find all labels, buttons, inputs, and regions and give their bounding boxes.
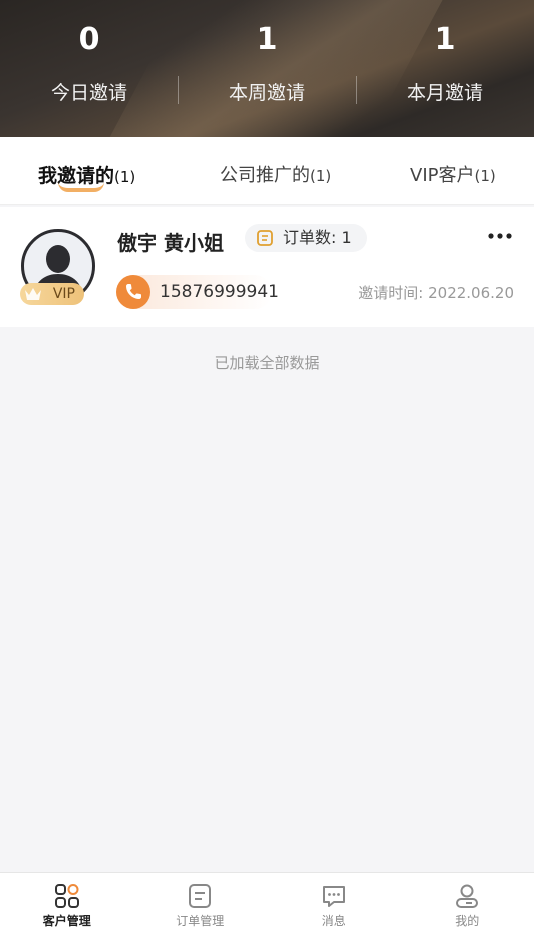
nav-label: 我的 <box>455 914 480 928</box>
tab-company-promoted[interactable]: 公司推广的(1) <box>220 161 331 187</box>
stat-week-label: 本周邀请 <box>228 82 305 104</box>
phone-number: 15876999941 <box>160 282 279 302</box>
list-end-text: 已加载全部数据 <box>214 354 320 372</box>
customer-name: 傲宇 黄小姐 <box>117 231 224 255</box>
bottom-nav: 客户管理 订单管理 消息 我的 <box>0 872 534 950</box>
customer-tabs: 我邀请的(1) 公司推广的(1) VIP客户(1) <box>0 137 534 205</box>
order-count-pill[interactable]: 订单数: 1 <box>245 224 367 252</box>
nav-label: 客户管理 <box>42 914 91 928</box>
stat-month: 1 本月邀请 <box>356 0 534 137</box>
vip-crown-icon <box>25 288 41 300</box>
stat-month-value: 1 <box>434 22 456 57</box>
tab-count: (1) <box>114 168 136 186</box>
order-doc-icon <box>257 230 273 246</box>
stat-week: 1 本周邀请 <box>178 0 356 137</box>
stat-month-label: 本月邀请 <box>406 82 483 104</box>
phone-icon <box>116 275 150 309</box>
order-count-label: 订单数: 1 <box>283 228 352 247</box>
tab-count: (1) <box>310 167 332 185</box>
stat-week-value: 1 <box>256 22 278 57</box>
invite-stats-header: 0 今日邀请 1 本周邀请 1 本月邀请 <box>0 0 534 137</box>
nav-label: 订单管理 <box>176 914 225 928</box>
vip-badge-label: VIP <box>52 286 75 302</box>
nav-item-customers[interactable]: 客户管理 <box>0 873 134 950</box>
vip-badge: VIP <box>20 283 84 305</box>
order-icon <box>189 884 212 908</box>
nav-label: 消息 <box>321 914 346 928</box>
grid-icon <box>54 884 79 908</box>
nav-item-messages[interactable]: 消息 <box>267 873 401 950</box>
tab-count: (1) <box>474 167 496 185</box>
stat-today: 0 今日邀请 <box>0 0 178 137</box>
message-icon <box>322 886 345 907</box>
tab-label: 公司推广的 <box>220 165 310 186</box>
more-options-icon[interactable] <box>486 226 516 246</box>
active-tab-indicator <box>58 182 104 192</box>
stat-today-label: 今日邀请 <box>50 82 127 104</box>
nav-item-orders[interactable]: 订单管理 <box>134 873 268 950</box>
tab-vip-customers[interactable]: VIP客户(1) <box>410 161 496 187</box>
invite-time: 邀请时间: 2022.06.20 <box>358 284 514 302</box>
profile-icon <box>456 884 479 908</box>
phone-call-button[interactable]: 15876999941 <box>116 275 279 309</box>
tab-label: VIP客户 <box>410 165 475 186</box>
customer-card[interactable]: VIP 傲宇 黄小姐 订单数: 1 15876999941 邀请时间: 2022… <box>0 207 534 327</box>
stat-today-value: 0 <box>78 22 100 57</box>
nav-item-profile[interactable]: 我的 <box>401 873 534 950</box>
